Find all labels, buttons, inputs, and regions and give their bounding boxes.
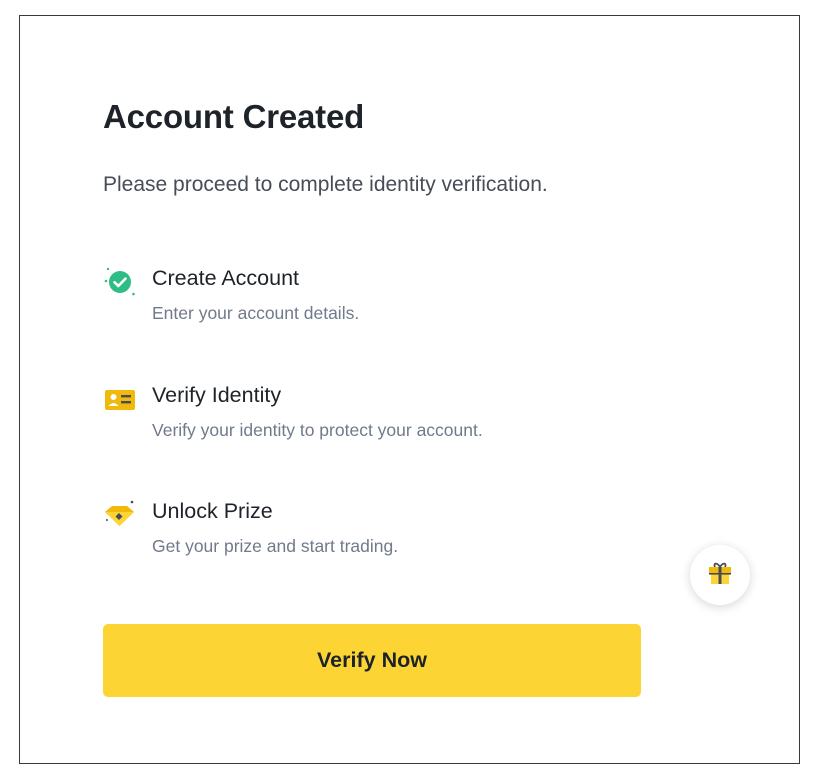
gift-icon [705,558,735,593]
page-subtitle: Please proceed to complete identity veri… [103,173,548,196]
step-description: Enter your account details. [152,303,360,323]
step-unlock-prize: Unlock Prize Get your prize and start tr… [103,498,663,568]
step-title: Verify Identity [152,383,282,407]
gift-button[interactable] [690,545,750,605]
id-card-icon [103,382,137,416]
step-description: Get your prize and start trading. [152,536,399,556]
step-title: Create Account [152,266,300,290]
step-verify-identity: Verify Identity Verify your identity to … [103,382,663,452]
check-circle-icon [103,265,137,299]
account-created-dialog: Account Created Please proceed to comple… [19,15,800,764]
step-description: Verify your identity to protect your acc… [152,420,483,440]
page-title: Account Created [103,98,365,135]
step-title: Unlock Prize [152,499,273,523]
step-create-account: Create Account Enter your account detail… [103,265,663,335]
diamond-prize-icon [103,498,137,532]
verify-now-button[interactable]: Verify Now [103,624,641,697]
